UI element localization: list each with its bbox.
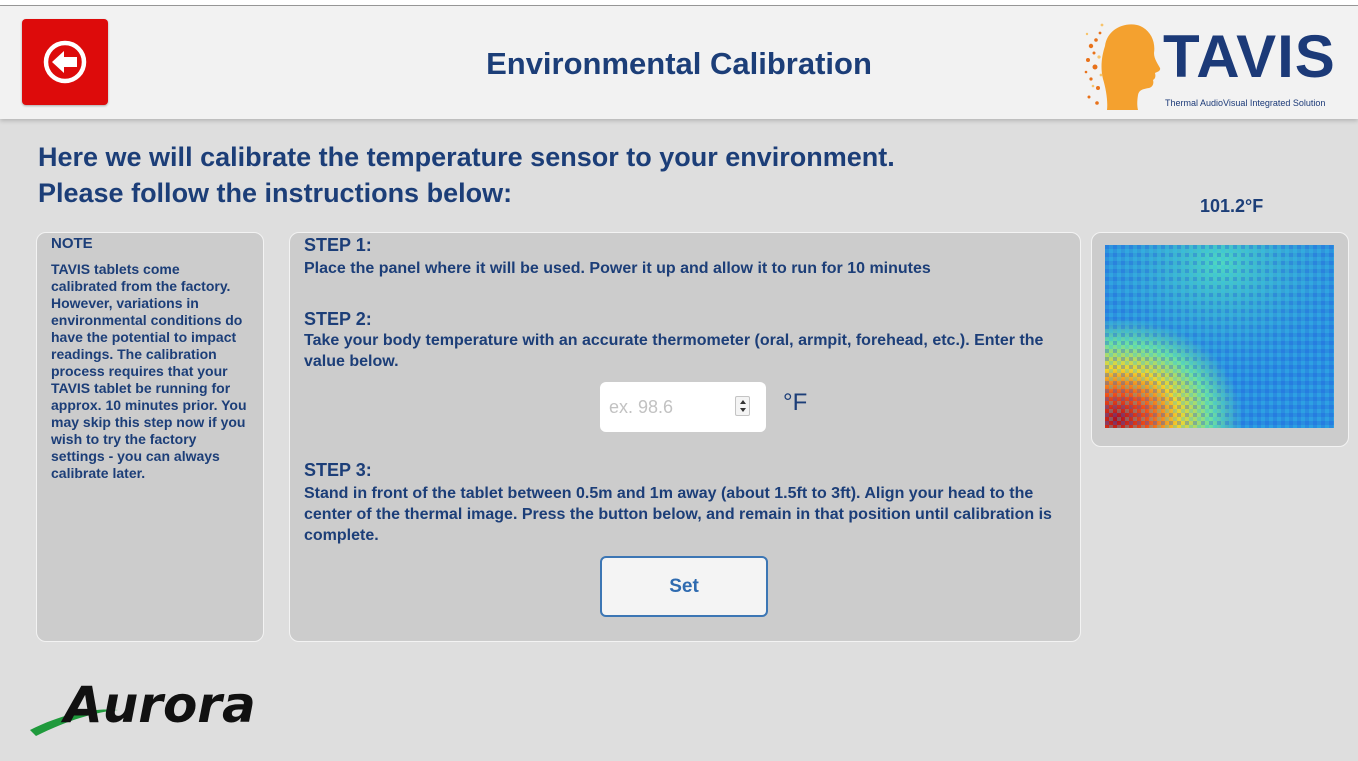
aurora-logo: Aurora: [30, 676, 256, 736]
intro-heading: Here we will calibrate the temperature s…: [38, 139, 895, 211]
step3-text: Stand in front of the tablet between 0.5…: [304, 485, 1052, 544]
steps-panel: STEP 1: Place the panel where it will be…: [289, 232, 1081, 642]
spinner-up-icon[interactable]: [740, 400, 746, 404]
note-body: TAVIS tablets come calibrated from the f…: [51, 261, 247, 481]
tavis-logo: TAVIS Thermal AudioVisual Integrated Sol…: [1083, 16, 1348, 111]
set-button[interactable]: Set: [600, 556, 768, 617]
intro-line-2: Please follow the instructions below:: [38, 178, 513, 208]
temperature-input[interactable]: [600, 382, 740, 432]
temperature-readout: 101.2°F: [1200, 196, 1264, 216]
step3-title: STEP 3:: [304, 460, 372, 480]
note-title: NOTE: [51, 235, 93, 252]
thermal-image-panel: [1091, 232, 1349, 447]
tavis-wordmark: TAVIS: [1163, 23, 1336, 90]
step2-text: Take your body temperature with an accur…: [304, 332, 1044, 370]
tavis-tagline: Thermal AudioVisual Integrated Solution: [1165, 98, 1326, 108]
head-silhouette-icon: [1084, 23, 1161, 110]
step1-title: STEP 1:: [304, 235, 372, 255]
spinner-down-icon[interactable]: [740, 408, 746, 412]
step1-text: Place the panel where it will be used. P…: [304, 260, 931, 277]
intro-line-1: Here we will calibrate the temperature s…: [38, 142, 895, 172]
header-bar: Environmental Calibration TAVIS Thermal …: [0, 6, 1358, 119]
thermal-image: [1105, 245, 1334, 428]
temperature-unit: °F: [783, 389, 808, 416]
note-panel: NOTE TAVIS tablets come calibrated from …: [36, 232, 264, 642]
step2-title: STEP 2:: [304, 309, 372, 329]
stepper-spinner[interactable]: [735, 396, 750, 416]
temperature-input-box: [600, 382, 766, 432]
aurora-wordmark: Aurora: [60, 676, 256, 734]
